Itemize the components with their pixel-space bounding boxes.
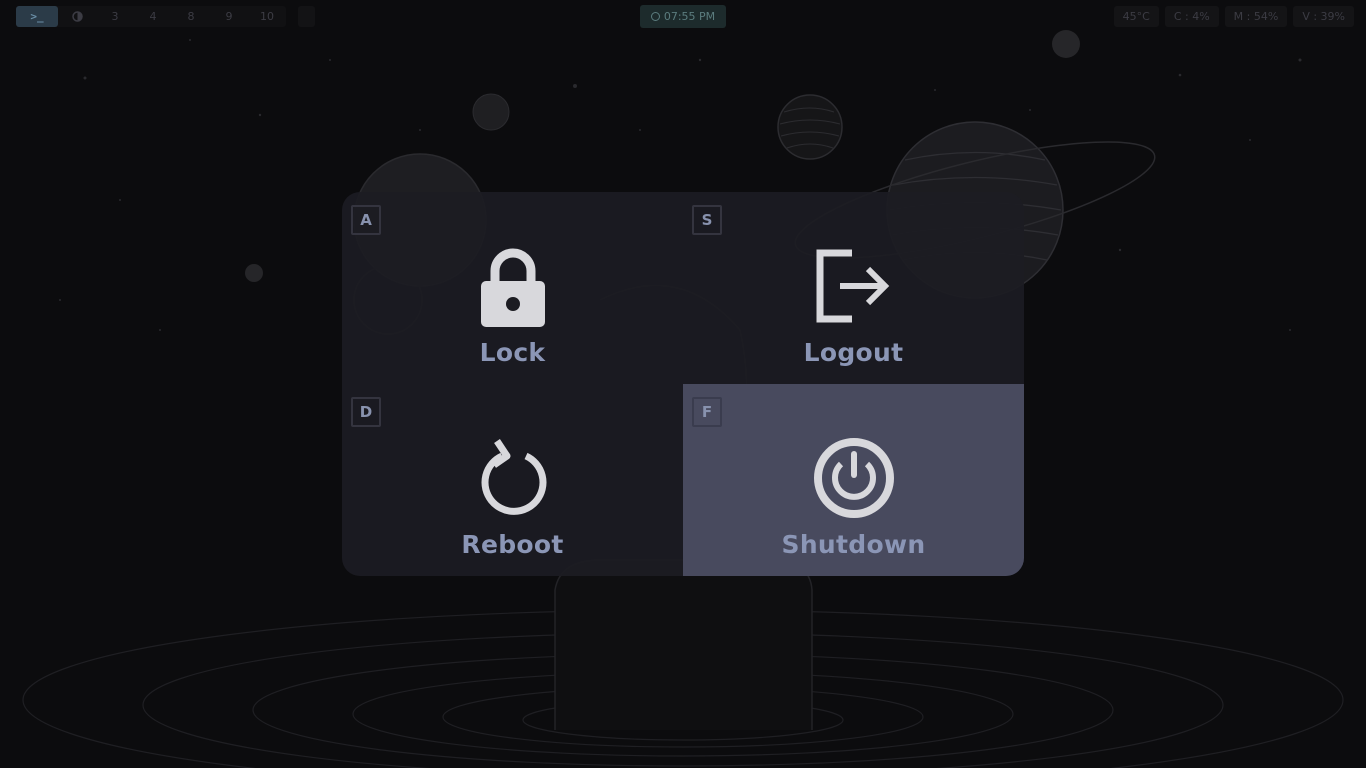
workspace-9[interactable]: 9 (210, 6, 248, 27)
clock-icon (650, 12, 660, 21)
lock-option[interactable]: A Lock (342, 192, 683, 384)
logout-label: Logout (803, 338, 904, 367)
workspace-overflow[interactable] (298, 6, 315, 27)
clock-time: 07:55 PM (663, 10, 716, 23)
top-bar: >_ 3 4 8 9 10 07:55 PM 45°C C : 4% M : 5… (0, 0, 1366, 32)
clock-widget[interactable]: 07:55 PM (640, 5, 726, 28)
volume-status[interactable]: V : 39% (1293, 6, 1354, 27)
cpu-status[interactable]: C : 4% (1165, 6, 1219, 27)
lock-key-hint: A (351, 205, 381, 235)
workspace-10[interactable]: 10 (248, 6, 286, 27)
memory-status[interactable]: M : 54% (1225, 6, 1288, 27)
reboot-option[interactable]: D Reboot (342, 384, 683, 576)
reboot-label: Reboot (461, 530, 564, 559)
workspace-8[interactable]: 8 (172, 6, 210, 27)
lock-icon (468, 244, 558, 328)
reboot-key-hint: D (351, 397, 381, 427)
workspace-switcher: >_ 3 4 8 9 10 (16, 6, 286, 27)
logout-option[interactable]: S Logout (683, 192, 1024, 384)
shutdown-label: Shutdown (781, 530, 926, 559)
lock-label: Lock (479, 338, 546, 367)
power-icon (809, 436, 899, 520)
logout-key-hint: S (692, 205, 722, 235)
half-circle-icon (71, 11, 83, 22)
workspace-3[interactable]: 3 (96, 6, 134, 27)
workspace-4[interactable]: 4 (134, 6, 172, 27)
reboot-icon (468, 436, 558, 520)
logout-icon (809, 244, 899, 328)
system-status: 45°C C : 4% M : 54% V : 39% (1114, 6, 1354, 27)
terminal-button[interactable]: >_ (16, 6, 58, 27)
temperature-status[interactable]: 45°C (1114, 6, 1159, 27)
power-menu: A Lock S Logout D Reboot F Shutdown (342, 192, 1024, 576)
circle-icon[interactable] (58, 6, 96, 27)
shutdown-option[interactable]: F Shutdown (683, 384, 1024, 576)
shutdown-key-hint: F (692, 397, 722, 427)
